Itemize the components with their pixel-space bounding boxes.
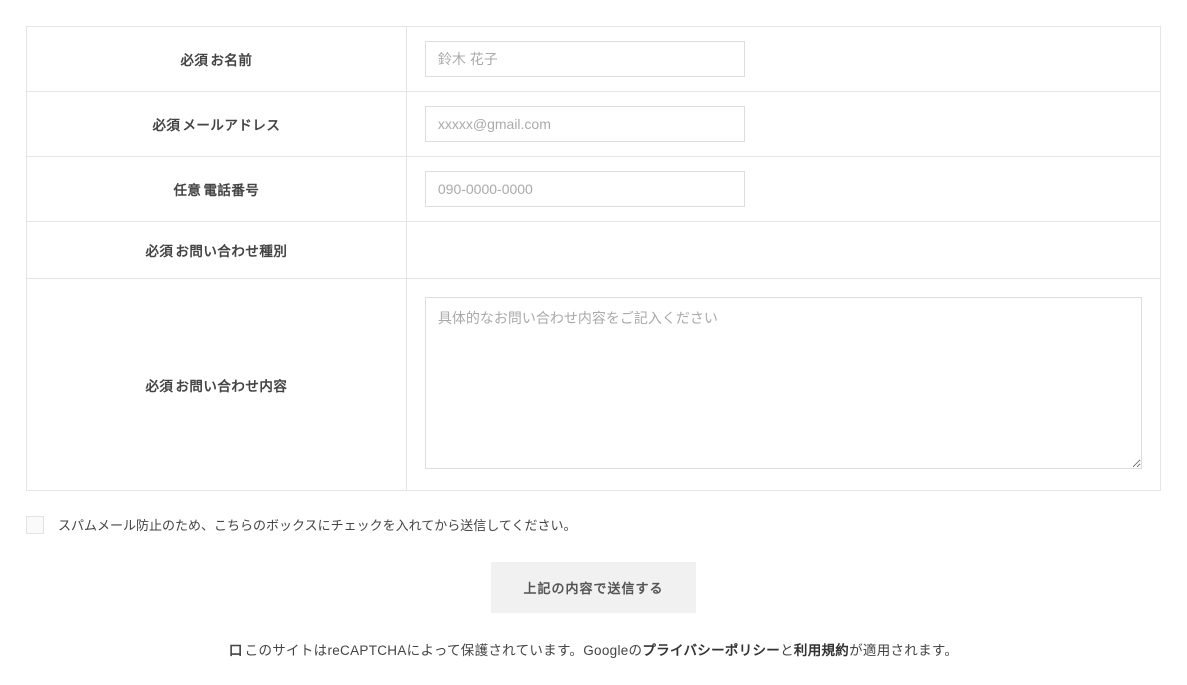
label-text: お名前 <box>210 53 252 68</box>
terms-link[interactable]: 利用規約 <box>794 643 849 658</box>
label-text: お問い合わせ種別 <box>175 244 287 259</box>
privacy-policy-link[interactable]: プライバシーポリシー <box>642 643 780 658</box>
recaptcha-symbol-icon: 口 <box>229 639 243 659</box>
spam-check-label: スパムメール防止のため、こちらのボックスにチェックを入れてから送信してください。 <box>58 515 576 534</box>
form-row-inquiry-type: 必須お問い合わせ種別 <box>27 222 1161 279</box>
label-text: お問い合わせ内容 <box>175 379 287 394</box>
label-text: メールアドレス <box>182 118 280 133</box>
form-row-name: 必須お名前 <box>27 27 1161 92</box>
inquiry-body-textarea[interactable] <box>425 297 1142 469</box>
recaptcha-and: と <box>780 643 794 658</box>
label-email: 必須メールアドレス <box>27 92 407 157</box>
spam-check-row: スパムメール防止のため、こちらのボックスにチェックを入れてから送信してください。 <box>26 515 1161 534</box>
label-inquiry-body: 必須お問い合わせ内容 <box>27 279 407 491</box>
recaptcha-note: 口このサイトはreCAPTCHAによって保護されています。Googleのプライバ… <box>26 639 1161 659</box>
inquiry-type-cell <box>406 222 1160 279</box>
contact-form-table: 必須お名前 必須メールアドレス 任意電話番号 必須お問い合わせ種別 <box>26 26 1161 491</box>
label-text: 電話番号 <box>203 183 259 198</box>
spam-checkbox[interactable] <box>26 516 44 534</box>
label-phone: 任意電話番号 <box>27 157 407 222</box>
required-badge: 必須 <box>145 379 173 394</box>
optional-badge: 任意 <box>173 183 201 198</box>
form-row-inquiry-body: 必須お問い合わせ内容 <box>27 279 1161 491</box>
submit-wrap: 上記の内容で送信する <box>26 562 1161 613</box>
required-badge: 必須 <box>145 244 173 259</box>
label-name: 必須お名前 <box>27 27 407 92</box>
name-input[interactable] <box>425 41 745 77</box>
submit-button[interactable]: 上記の内容で送信する <box>491 562 695 613</box>
required-badge: 必須 <box>180 53 208 68</box>
label-inquiry-type: 必須お問い合わせ種別 <box>27 222 407 279</box>
email-input[interactable] <box>425 106 745 142</box>
form-row-email: 必須メールアドレス <box>27 92 1161 157</box>
recaptcha-text1: このサイトはreCAPTCHAによって保護されています。Googleの <box>245 643 643 658</box>
recaptcha-text2: が適用されます。 <box>849 643 958 658</box>
required-badge: 必須 <box>152 118 180 133</box>
phone-input[interactable] <box>425 171 745 207</box>
form-row-phone: 任意電話番号 <box>27 157 1161 222</box>
